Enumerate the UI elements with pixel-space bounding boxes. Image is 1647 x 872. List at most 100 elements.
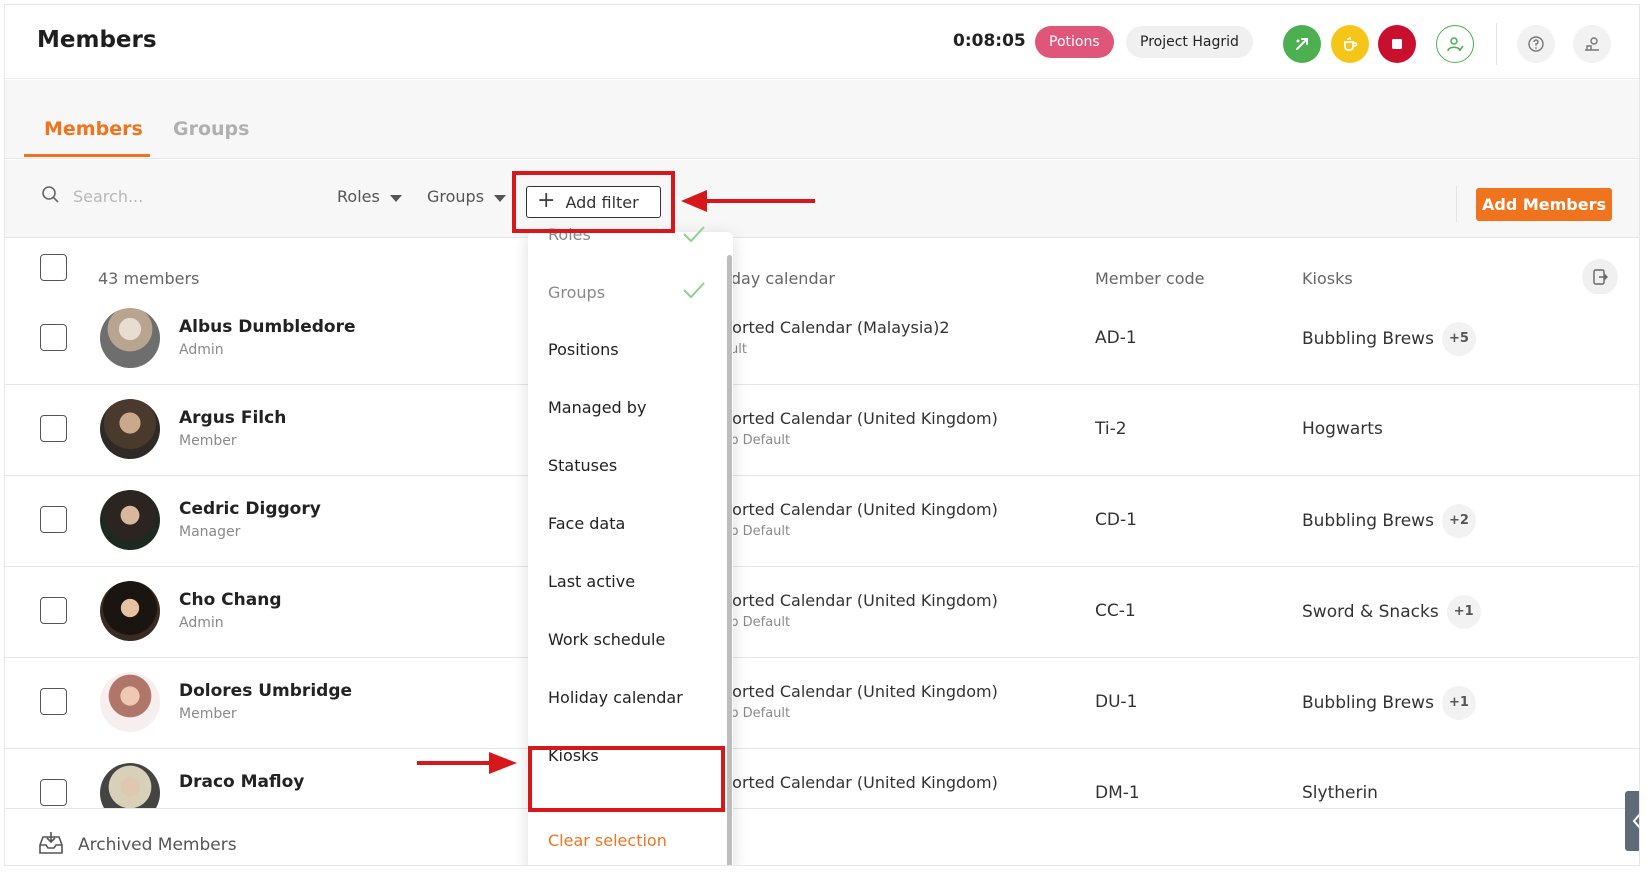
- app-window: Members 0:08:05 Potions Project Hagrid M…: [4, 4, 1640, 866]
- roles-dropdown-label: Roles: [337, 187, 380, 206]
- kiosk-name: Bubbling Brews: [1302, 693, 1434, 713]
- kiosk-more-badge[interactable]: +1: [1446, 595, 1481, 629]
- settings-button[interactable]: [1573, 25, 1611, 63]
- annotation-arrow-left-icon: [681, 190, 815, 212]
- activity-badge[interactable]: Potions: [1035, 26, 1114, 58]
- holiday-calendar-value: ported Calendar (United Kingdom): [722, 682, 998, 701]
- select-all-checkbox[interactable]: [40, 254, 67, 281]
- member-code: DM-1: [1095, 783, 1140, 803]
- page-title: Members: [37, 27, 157, 53]
- header-divider: [1496, 23, 1497, 65]
- add-members-button[interactable]: Add Members: [1476, 188, 1612, 221]
- member-name[interactable]: Argus Filch: [179, 408, 286, 428]
- kiosk-cell: Bubbling Brews +1: [1302, 686, 1476, 720]
- roles-dropdown[interactable]: Roles: [337, 187, 402, 206]
- row-checkbox[interactable]: [40, 688, 67, 715]
- filter-option-face-data[interactable]: Face data: [548, 514, 625, 533]
- table-row[interactable]: Cedric Diggory Manager ported Calendar (…: [5, 476, 1639, 567]
- member-name[interactable]: Cho Chang: [179, 590, 282, 610]
- menu-scrollbar[interactable]: [727, 255, 732, 865]
- column-holiday-calendar: liday calendar: [722, 269, 835, 288]
- kiosk-name: Slytherin: [1302, 783, 1378, 803]
- tab-groups[interactable]: Groups: [173, 118, 249, 140]
- holiday-calendar-value: ported Calendar (United Kingdom): [722, 591, 998, 610]
- table-row[interactable]: Cho Chang Admin ported Calendar (United …: [5, 567, 1639, 658]
- member-code: DU-1: [1095, 692, 1138, 712]
- filter-option-last-active[interactable]: Last active: [548, 572, 635, 591]
- member-code: CC-1: [1095, 601, 1136, 621]
- kiosk-cell: Hogwarts: [1302, 419, 1383, 439]
- kiosk-name: Sword & Snacks: [1302, 602, 1439, 622]
- clear-selection-button[interactable]: Clear selection: [548, 831, 667, 850]
- coffee-icon: [1344, 37, 1358, 51]
- search-input[interactable]: [73, 181, 273, 211]
- break-button[interactable]: [1331, 25, 1369, 63]
- filter-option-holiday-calendar[interactable]: Holiday calendar: [548, 688, 683, 707]
- holiday-calendar-value: ported Calendar (United Kingdom): [722, 409, 998, 428]
- kiosk-more-badge[interactable]: +5: [1441, 322, 1476, 356]
- member-count: 43 members: [98, 269, 200, 288]
- archived-members-link[interactable]: Archived Members: [78, 835, 237, 855]
- member-name[interactable]: Dolores Umbridge: [179, 681, 352, 701]
- groups-dropdown[interactable]: Groups: [427, 187, 507, 206]
- kiosk-cell: Bubbling Brews +5: [1302, 322, 1476, 356]
- holiday-calendar-value: ported Calendar (United Kingdom): [722, 500, 998, 519]
- kiosk-more-badge[interactable]: +1: [1441, 686, 1476, 720]
- checkmark-icon: [683, 226, 705, 243]
- collapse-panel-button[interactable]: [1625, 791, 1639, 851]
- member-name[interactable]: Draco Mafloy: [179, 772, 304, 792]
- user-menu-button[interactable]: [1436, 25, 1474, 63]
- table-row[interactable]: Dolores Umbridge Member ported Calendar …: [5, 658, 1639, 749]
- kiosk-more-badge[interactable]: +2: [1441, 504, 1476, 538]
- tab-members[interactable]: Members: [44, 118, 143, 140]
- kiosk-cell: Sword & Snacks +1: [1302, 595, 1481, 629]
- avatar: [100, 308, 160, 368]
- table-row[interactable]: Argus Filch Member ported Calendar (Unit…: [5, 385, 1639, 476]
- groups-dropdown-label: Groups: [427, 187, 485, 206]
- toolbar-divider: [1456, 186, 1457, 222]
- kiosk-name: Bubbling Brews: [1302, 511, 1434, 531]
- help-icon: [1528, 36, 1544, 52]
- member-role: Member: [179, 433, 237, 449]
- member-name[interactable]: Cedric Diggory: [179, 499, 321, 519]
- annotation-arrow-right-icon: [417, 752, 517, 774]
- holiday-calendar-value: ported Calendar (United Kingdom): [722, 773, 998, 792]
- checkmark-icon: [683, 282, 705, 299]
- filter-option-positions[interactable]: Positions: [548, 340, 619, 359]
- column-kiosks: Kiosks: [1302, 269, 1353, 288]
- filter-option-work-schedule[interactable]: Work schedule: [548, 630, 665, 649]
- row-checkbox[interactable]: [40, 597, 67, 624]
- switch-activity-button[interactable]: [1283, 25, 1321, 63]
- annotation-highlight-kiosks: [528, 746, 725, 812]
- avatar: [100, 581, 160, 641]
- chevron-down-icon: [494, 194, 507, 202]
- help-button[interactable]: [1517, 25, 1555, 63]
- row-checkbox[interactable]: [40, 415, 67, 442]
- search-icon: [42, 186, 59, 203]
- kiosk-name: Hogwarts: [1302, 419, 1383, 439]
- filter-option-groups[interactable]: Groups: [548, 283, 605, 302]
- footer-bar: [5, 808, 1639, 865]
- export-button[interactable]: [1582, 259, 1618, 295]
- row-checkbox[interactable]: [40, 779, 67, 806]
- user-icon: [1447, 37, 1464, 52]
- member-role: Member: [179, 706, 237, 722]
- row-checkbox[interactable]: [40, 324, 67, 351]
- member-code: AD-1: [1095, 328, 1137, 348]
- avatar: [100, 672, 160, 732]
- table-row[interactable]: Albus Dumbledore Admin ported Calendar (…: [5, 294, 1639, 385]
- archive-icon: [39, 832, 63, 854]
- holiday-calendar-value: ported Calendar (Malaysia)2: [722, 318, 950, 337]
- project-badge[interactable]: Project Hagrid: [1126, 26, 1253, 58]
- filter-option-managed-by[interactable]: Managed by: [548, 398, 646, 417]
- row-checkbox[interactable]: [40, 506, 67, 533]
- annotation-highlight-add-filter: [512, 171, 675, 233]
- column-member-code: Member code: [1095, 269, 1205, 288]
- kiosk-cell: Slytherin: [1302, 783, 1378, 803]
- switch-icon: [1296, 38, 1308, 50]
- filter-option-statuses[interactable]: Statuses: [548, 456, 617, 475]
- stop-timer-button[interactable]: [1378, 25, 1416, 63]
- member-role: Admin: [179, 615, 224, 631]
- avatar: [100, 399, 160, 459]
- member-name[interactable]: Albus Dumbledore: [179, 317, 356, 337]
